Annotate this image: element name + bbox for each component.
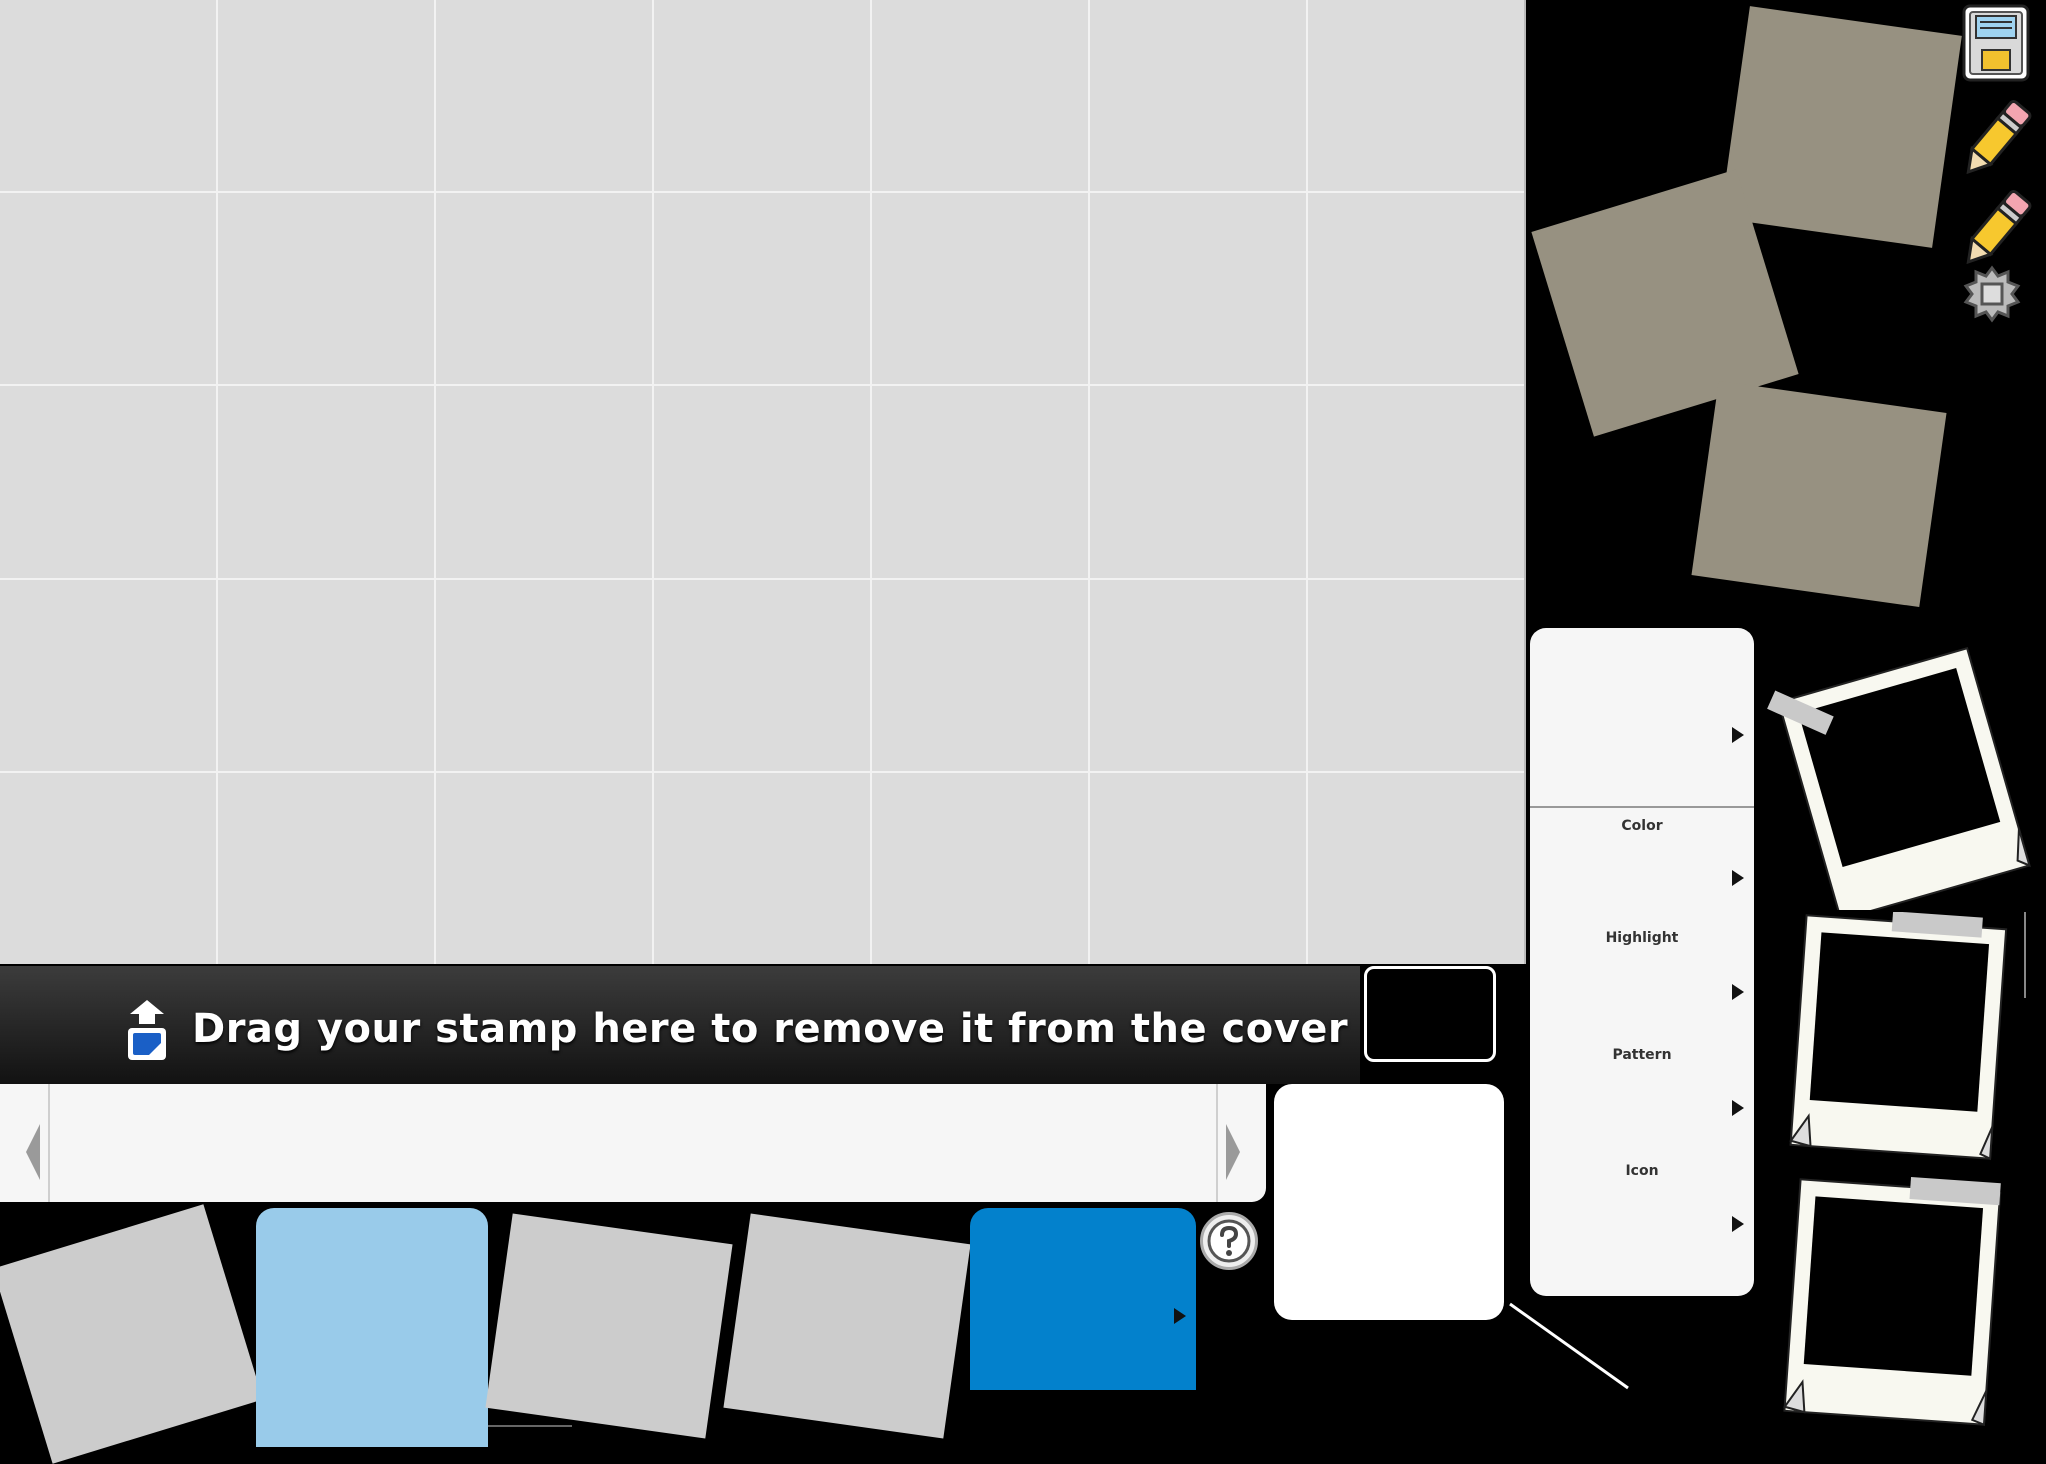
grid-cell (436, 386, 652, 578)
submenu-arrow-icon[interactable] (1732, 727, 1744, 743)
submenu-arrow-icon[interactable] (1732, 870, 1744, 886)
grid-cell (872, 386, 1088, 578)
scroll-right-button[interactable] (1222, 1124, 1242, 1184)
stamp-preview-panel (1274, 1084, 1504, 1320)
help-button[interactable] (1200, 1212, 1258, 1270)
save-icon[interactable] (1960, 2, 2032, 88)
polaroid-frame[interactable] (1752, 1176, 2032, 1436)
grid-cell (1308, 386, 1524, 578)
grid-cell (1090, 772, 1306, 964)
category-card-active[interactable] (970, 1208, 1196, 1390)
remove-stamp-icon (124, 998, 170, 1062)
grid-cell (1090, 0, 1306, 192)
grid-cell (872, 0, 1088, 192)
menu-item-pattern[interactable]: Pattern (1530, 1047, 1754, 1063)
menu-item-highlight[interactable]: Highlight (1530, 930, 1754, 946)
card-underline (488, 1425, 572, 1427)
grid-cell (218, 193, 434, 385)
grid-cell (654, 193, 870, 385)
grid-cell (1090, 193, 1306, 385)
preview-box (1364, 966, 1496, 1062)
pencil-icon[interactable] (1954, 94, 2038, 184)
grid-cell (218, 579, 434, 771)
grid-cell (654, 772, 870, 964)
polaroid-frame[interactable] (1758, 912, 2038, 1172)
category-card[interactable] (0, 1204, 264, 1464)
settings-icon[interactable] (1962, 264, 2022, 324)
grid-cell (872, 193, 1088, 385)
play-arrow-icon (1174, 1308, 1186, 1324)
grid-cell (1308, 579, 1524, 771)
background-frame[interactable] (1691, 380, 1947, 608)
scroll-left-button[interactable] (24, 1124, 44, 1184)
trash-bar-label: Drag your stamp here to remove it from t… (192, 1006, 1349, 1052)
grid-cell (436, 193, 652, 385)
grid-cell (218, 0, 434, 192)
pencil-icon[interactable] (1954, 184, 2038, 274)
question-icon (1207, 1219, 1251, 1263)
submenu-arrow-icon[interactable] (1732, 1216, 1744, 1232)
submenu-arrow-icon[interactable] (1732, 1100, 1744, 1116)
grid-cell (1308, 772, 1524, 964)
grid-cell (436, 772, 652, 964)
polaroid-frame[interactable] (1758, 630, 2038, 910)
submenu-arrow-icon[interactable] (1732, 984, 1744, 1000)
stamp-trash-bar[interactable]: Drag your stamp here to remove it from t… (0, 966, 1360, 1084)
grid-cell (0, 579, 216, 771)
strip-divider (48, 1084, 50, 1202)
category-card[interactable] (485, 1213, 733, 1439)
menu-item-icon[interactable]: Icon (1530, 1163, 1754, 1179)
category-card[interactable] (723, 1213, 971, 1439)
grid-cell (218, 386, 434, 578)
grid-cell (654, 579, 870, 771)
stamp-scroll-strip[interactable] (0, 1084, 1266, 1202)
grid-cell (872, 772, 1088, 964)
grid-cell (0, 772, 216, 964)
options-menu: Color Highlight Pattern Icon (1530, 628, 1754, 1296)
grid-cell (1090, 579, 1306, 771)
grid-cell (654, 386, 870, 578)
grid-cell (0, 0, 216, 192)
menu-item-color[interactable]: Color (1530, 818, 1754, 834)
grid-cell (218, 772, 434, 964)
edge-line (2024, 912, 2026, 998)
cover-canvas-grid[interactable] (0, 0, 1526, 964)
grid-cell (436, 579, 652, 771)
grid-cell (654, 0, 870, 192)
connector-line (1509, 1302, 1629, 1390)
grid-cell (0, 193, 216, 385)
grid-cell (1090, 386, 1306, 578)
grid-cell (0, 386, 216, 578)
grid-cell (1308, 0, 1524, 192)
background-frame[interactable] (1720, 6, 1962, 248)
grid-cell (436, 0, 652, 192)
grid-cell (872, 579, 1088, 771)
category-card-selected[interactable] (256, 1208, 488, 1447)
grid-cell (1308, 193, 1524, 385)
menu-divider (1530, 806, 1754, 808)
strip-divider (1216, 1084, 1218, 1202)
